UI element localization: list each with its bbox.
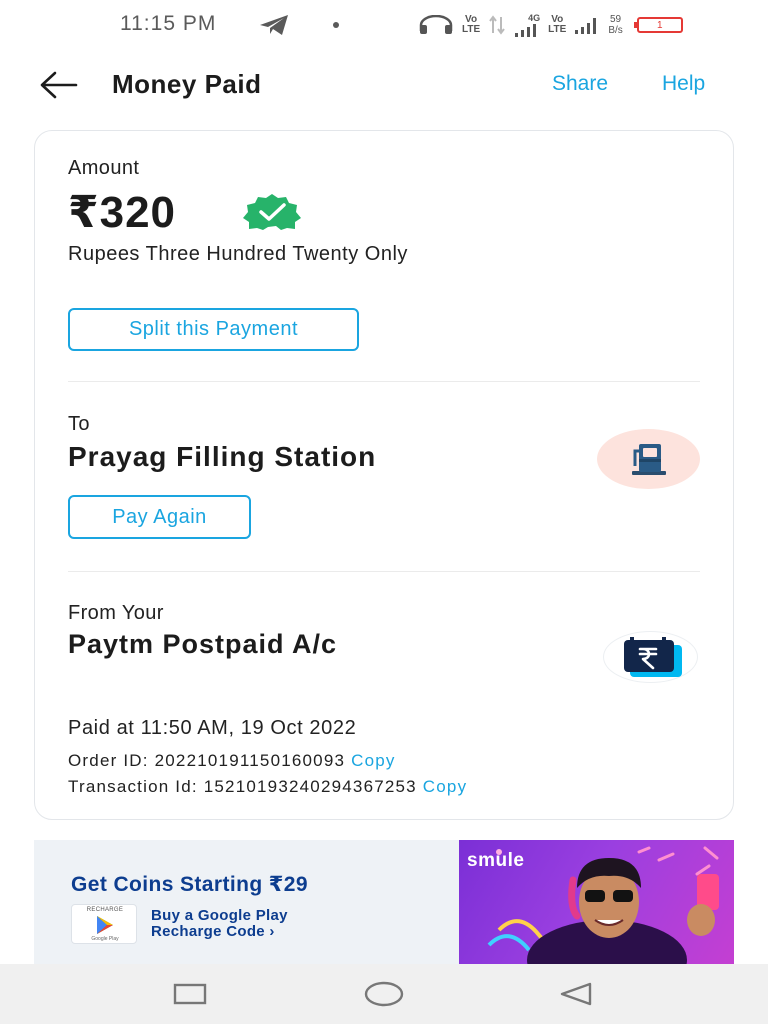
fuel-pump-icon xyxy=(631,444,666,475)
verified-badge-icon xyxy=(243,194,301,230)
copy-transaction-id-button[interactable]: Copy xyxy=(423,777,468,796)
telegram-icon xyxy=(260,15,288,35)
headphones-icon xyxy=(419,15,453,34)
copy-order-id-button[interactable]: Copy xyxy=(351,751,396,770)
signal-icon-2 xyxy=(575,18,597,34)
rupee-wallet-icon xyxy=(623,637,682,677)
ad-subtext[interactable]: Buy a Google Play Recharge Code › xyxy=(151,908,288,940)
status-icons: Vo LTE 4G Vo LTE 59 B/s 1 xyxy=(418,12,683,38)
data-arrows-icon xyxy=(489,15,505,35)
divider xyxy=(68,571,700,572)
amount-value: ₹320 xyxy=(68,188,177,237)
to-label: To xyxy=(68,413,90,435)
ad-headline: Get Coins Starting ₹29 xyxy=(71,873,308,896)
triangle-back-icon[interactable] xyxy=(558,980,594,1008)
order-id-row: Order ID: 202210191150160093 Copy xyxy=(68,751,396,771)
help-link[interactable]: Help xyxy=(662,72,705,96)
amount-in-words: Rupees Three Hundred Twenty Only xyxy=(68,243,408,265)
status-bar: 11:15 PM Vo LTE 4G Vo LTE 59 B/s 1 xyxy=(0,0,768,50)
network-speed: 59 B/s xyxy=(608,14,623,36)
smule-logo: smule xyxy=(467,850,525,871)
transaction-id-value: 15210193240294367253 xyxy=(203,777,417,796)
order-id-value: 202210191150160093 xyxy=(154,751,346,770)
account-avatar xyxy=(603,631,698,683)
paid-at-timestamp: Paid at 11:50 AM, 19 Oct 2022 xyxy=(68,717,357,739)
google-play-recharge-icon: RECHARGE Google Play xyxy=(71,904,137,944)
ad-image[interactable]: smule xyxy=(459,840,734,964)
payee-avatar xyxy=(597,429,700,489)
pay-again-button[interactable]: Pay Again xyxy=(68,495,251,539)
system-nav-bar xyxy=(0,964,768,1024)
signal-icon-1 xyxy=(515,24,537,37)
circle-icon[interactable] xyxy=(362,980,406,1008)
transaction-id-row: Transaction Id: 15210193240294367253 Cop… xyxy=(68,777,467,797)
share-link[interactable]: Share xyxy=(552,72,608,96)
page-title: Money Paid xyxy=(112,69,262,99)
from-label: From Your xyxy=(68,602,164,624)
split-payment-button[interactable]: Split this Payment xyxy=(68,308,359,351)
status-time: 11:15 PM xyxy=(120,12,217,35)
app-header: Money Paid Share Help xyxy=(0,55,768,115)
network-type: 4G xyxy=(528,13,541,23)
ad-banner[interactable]: Get Coins Starting ₹29 RECHARGE Google P… xyxy=(34,840,734,964)
order-id-label: Order ID: xyxy=(68,751,155,770)
volte-indicator-2: Vo LTE xyxy=(548,14,567,35)
account-name: Paytm Postpaid A/c xyxy=(68,629,338,659)
volte-indicator-1: Vo LTE xyxy=(462,14,481,35)
battery-icon: 1 xyxy=(633,17,683,33)
payee-name: Prayag Filling Station xyxy=(68,441,377,472)
divider xyxy=(68,381,700,382)
status-left-icons xyxy=(258,14,340,36)
square-icon[interactable] xyxy=(172,980,208,1008)
dot-icon xyxy=(333,22,339,28)
amount-label: Amount xyxy=(68,157,140,179)
payment-details-card: Amount ₹320 Rupees Three Hundred Twenty … xyxy=(34,130,734,820)
arrow-left-icon[interactable] xyxy=(38,69,78,101)
transaction-id-label: Transaction Id: xyxy=(68,777,204,796)
